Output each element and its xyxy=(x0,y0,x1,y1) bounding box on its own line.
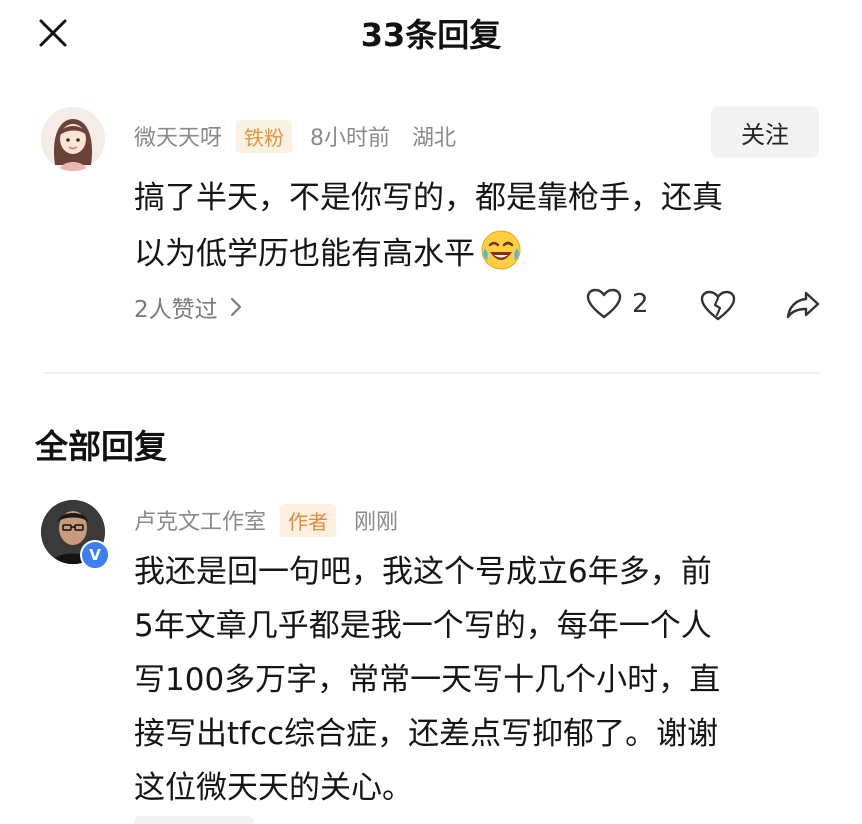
divider xyxy=(43,372,819,374)
reply-text: 我还是回一句吧，我这个号成立6年多，前 5年文章几乎都是我一个写的，每年一个人 … xyxy=(134,545,824,815)
share-button[interactable] xyxy=(786,290,820,324)
likes-summary-link[interactable]: 2人赞过 xyxy=(134,290,242,324)
comment-text-line: 搞了半天，不是你写的，都是靠枪手，还真 xyxy=(134,180,723,216)
dislike-button[interactable] xyxy=(700,290,736,326)
timestamp: 刚刚 xyxy=(354,510,399,535)
reply-text-line: 我还是回一句吧，我这个号成立6年多，前 xyxy=(134,554,712,590)
header: 33条回复 xyxy=(0,0,862,70)
reply-text-line: 接写出tfcc综合症，还差点写抑郁了。谢谢 xyxy=(134,716,719,752)
reply-detail-page: 33条回复 微天天呀 铁粉 8小时前 湖北 关注 搞了半天，不是你写的，都是靠枪… xyxy=(0,0,862,824)
next-item-placeholder xyxy=(134,816,254,824)
broken-heart-icon xyxy=(700,290,736,321)
comment-text-line-with-emoji: 以为低学历也能有高水平 xyxy=(134,226,834,282)
likes-summary: 2人赞过 xyxy=(134,297,218,323)
username[interactable]: 卢克文工作室 xyxy=(134,504,266,536)
like-count: 2 xyxy=(632,289,649,319)
author-badge: 作者 xyxy=(280,503,337,537)
crying-laughing-emoji-icon xyxy=(481,230,521,270)
reply-text-line: 这位微天天的关心。 xyxy=(134,770,413,806)
user-avatar-illustration xyxy=(41,107,105,171)
share-icon xyxy=(786,291,820,319)
verified-badge-icon: V xyxy=(80,540,110,570)
page-title: 33条回复 xyxy=(360,16,502,54)
reply-meta: 卢克文工作室 作者 刚刚 xyxy=(134,502,398,538)
heart-icon xyxy=(586,288,622,319)
reply-text-line: 写100多万字，常常一天写十几个小时，直 xyxy=(134,662,721,698)
avatar[interactable] xyxy=(41,107,105,171)
section-title: 全部回复 xyxy=(35,427,167,466)
location: 湖北 xyxy=(412,126,457,151)
follow-button[interactable]: 关注 xyxy=(711,106,819,158)
comment-text-line: 以为低学历也能有高水平 xyxy=(134,236,475,272)
timestamp: 8小时前 xyxy=(310,126,391,151)
comment-text: 搞了半天，不是你写的，都是靠枪手，还真 以为低学历也能有高水平 xyxy=(134,170,834,282)
chevron-right-icon xyxy=(230,297,241,317)
fan-badge: 铁粉 xyxy=(236,119,293,153)
like-button[interactable]: 2 xyxy=(586,288,649,320)
comment-meta: 微天天呀 铁粉 8小时前 湖北 xyxy=(134,118,456,154)
username[interactable]: 微天天呀 xyxy=(134,120,222,152)
reply-text-line: 5年文章几乎都是我一个写的，每年一个人 xyxy=(134,608,712,644)
